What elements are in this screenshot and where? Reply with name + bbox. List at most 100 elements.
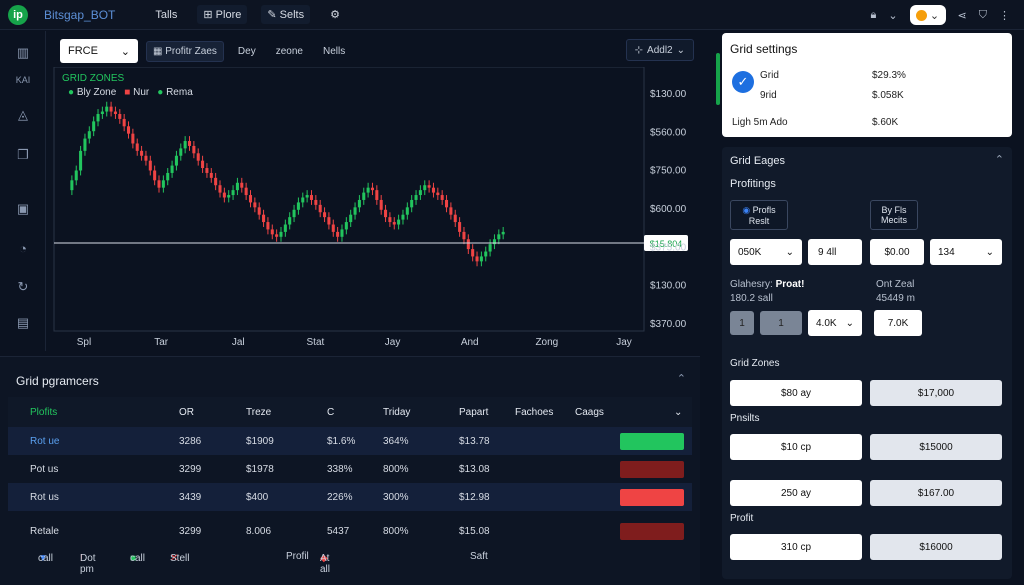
camera-icon[interactable]: ▣: [14, 201, 32, 219]
price-chart[interactable]: $15.804 $130.00$560.00$750.00$600.00$375…: [46, 67, 700, 355]
profit-field[interactable]: 250 ay: [730, 480, 862, 506]
count-dropdown[interactable]: 134 ⌄: [930, 239, 1002, 265]
status-bar[interactable]: [620, 460, 684, 478]
bar-chart-icon[interactable]: ▤: [14, 315, 32, 333]
profit-field[interactable]: $15000: [870, 434, 1002, 460]
shield-icon[interactable]: ⛉: [979, 9, 987, 22]
candle: [440, 195, 444, 200]
size-dropdown[interactable]: 4.0K ⌄: [808, 310, 862, 336]
setting-value: $29.3%: [872, 70, 906, 81]
setting-label: 9rid: [760, 90, 777, 101]
candle: [266, 222, 270, 230]
col-header[interactable]: Plofits: [30, 407, 57, 418]
col-header[interactable]: OR: [179, 407, 194, 418]
size-field[interactable]: 7.0K: [874, 310, 922, 336]
col-header[interactable]: Fachoes: [515, 407, 553, 418]
help-icon[interactable]: ◔: [14, 241, 32, 259]
chevron-up-icon[interactable]: ⌃: [995, 153, 1004, 166]
profits-result-button[interactable]: ◉ Profls Reslt: [730, 200, 788, 230]
price-field[interactable]: $0.00: [870, 239, 924, 265]
sidebar-label[interactable]: KAI: [14, 75, 32, 93]
candle: [423, 185, 427, 191]
candle: [283, 224, 287, 232]
symbol-select[interactable]: FRCE ⌄: [60, 39, 138, 63]
more-icon[interactable]: ⋮: [999, 9, 1010, 22]
step-button[interactable]: 1: [730, 311, 754, 335]
candle: [479, 256, 483, 262]
currency-selector[interactable]: ⌄: [909, 5, 946, 25]
candle: [445, 199, 449, 208]
col-header[interactable]: Caags: [575, 407, 604, 418]
candle: [253, 202, 257, 208]
col-header[interactable]: Treze: [246, 407, 271, 418]
bell-icon[interactable]: ◬: [14, 107, 32, 125]
legend-item[interactable]: Profil: [286, 551, 309, 562]
table-row[interactable]: Rot ue 3286 $1909 $1.6% 364% $13.78: [8, 427, 692, 455]
x-tick-label: Jay: [616, 337, 632, 348]
candle: [366, 187, 370, 193]
y-tick-label: $130.00: [650, 281, 687, 292]
by-fls-button[interactable]: By Fls Mecits: [870, 200, 918, 230]
tab-nells[interactable]: Nells: [317, 42, 351, 61]
table-row[interactable]: Retale 3299 8.006 5437 800% $15.08: [8, 517, 692, 545]
app-logo[interactable]: ip: [8, 4, 28, 25]
copy-icon[interactable]: ❐: [14, 147, 32, 165]
brand-name[interactable]: Bitsgap_BOT: [44, 8, 115, 22]
status-bar[interactable]: [620, 488, 684, 506]
candle: [414, 195, 418, 200]
amount-dropdown[interactable]: 050K ⌄: [730, 239, 802, 265]
tab-dey[interactable]: Dey: [232, 42, 262, 61]
tab-profit-zones[interactable]: ▦ Profitr Zaes: [146, 40, 224, 62]
legend-item[interactable]: Saft: [470, 551, 488, 562]
y-tick-label: $600.00: [650, 204, 687, 215]
setting-value: $.60K: [872, 117, 899, 128]
cell: $1909: [246, 435, 274, 447]
cell: 3286: [179, 435, 202, 447]
tab-talls[interactable]: Talls: [149, 6, 183, 24]
chevron-down-icon: ⌄: [845, 317, 854, 329]
status-bar[interactable]: [620, 432, 684, 450]
status-bar[interactable]: [620, 522, 684, 540]
share-icon[interactable]: ⋖: [958, 9, 967, 22]
candle: [449, 207, 453, 215]
collapse-icon[interactable]: ⌃: [677, 372, 686, 385]
candle: [462, 231, 466, 240]
refresh-icon[interactable]: ↻: [14, 279, 32, 297]
candle: [314, 199, 318, 205]
table-row[interactable]: Pot us 3299 $1978 338% 800% $13.08: [8, 455, 692, 483]
section-title: Grid Eages: [730, 155, 786, 167]
x-tick-label: Spl: [77, 337, 91, 348]
row-name: Pot us: [30, 463, 59, 475]
tab-zeone[interactable]: zeone: [270, 42, 309, 61]
chevron-down-icon[interactable]: ⌄: [888, 9, 897, 22]
candle: [353, 207, 357, 215]
candle: [401, 214, 405, 220]
book-icon[interactable]: ▥: [14, 45, 32, 63]
lock-icon[interactable]: 🔒︎: [870, 9, 876, 22]
profit-field[interactable]: $10 cp: [730, 434, 862, 460]
profit-field[interactable]: $16000: [870, 534, 1002, 560]
stat-value: 180.2 sall: [730, 293, 773, 304]
tab-plore[interactable]: ⊞ Plore: [197, 5, 248, 24]
candle: [222, 192, 226, 198]
add-button[interactable]: ⊹ Addl2 ⌄: [625, 39, 694, 61]
col-header[interactable]: Papart: [459, 407, 488, 418]
settings-icon[interactable]: ⚙: [324, 5, 346, 24]
step-button[interactable]: 1: [760, 311, 802, 335]
cell: 8.006: [246, 525, 272, 537]
coin-icon: [915, 9, 927, 21]
candle: [318, 204, 322, 213]
zone-field[interactable]: $80 ay: [730, 380, 862, 406]
zone-field[interactable]: $17,000: [870, 380, 1002, 406]
profit-field[interactable]: 310 cp: [730, 534, 862, 560]
check-icon[interactable]: ✓: [732, 71, 754, 93]
table-row[interactable]: Rot us 3439 $400 226% 300% $12.98: [8, 483, 692, 511]
col-header[interactable]: Triday: [383, 407, 410, 418]
profit-field[interactable]: $167.00: [870, 480, 1002, 506]
col-header[interactable]: C: [327, 407, 334, 418]
chevron-down-icon[interactable]: ⌄: [674, 407, 682, 418]
candle: [397, 219, 401, 225]
value-field[interactable]: 9 4ll: [808, 239, 862, 265]
candle: [74, 170, 78, 181]
tab-selts[interactable]: ✎ Selts: [261, 5, 311, 24]
